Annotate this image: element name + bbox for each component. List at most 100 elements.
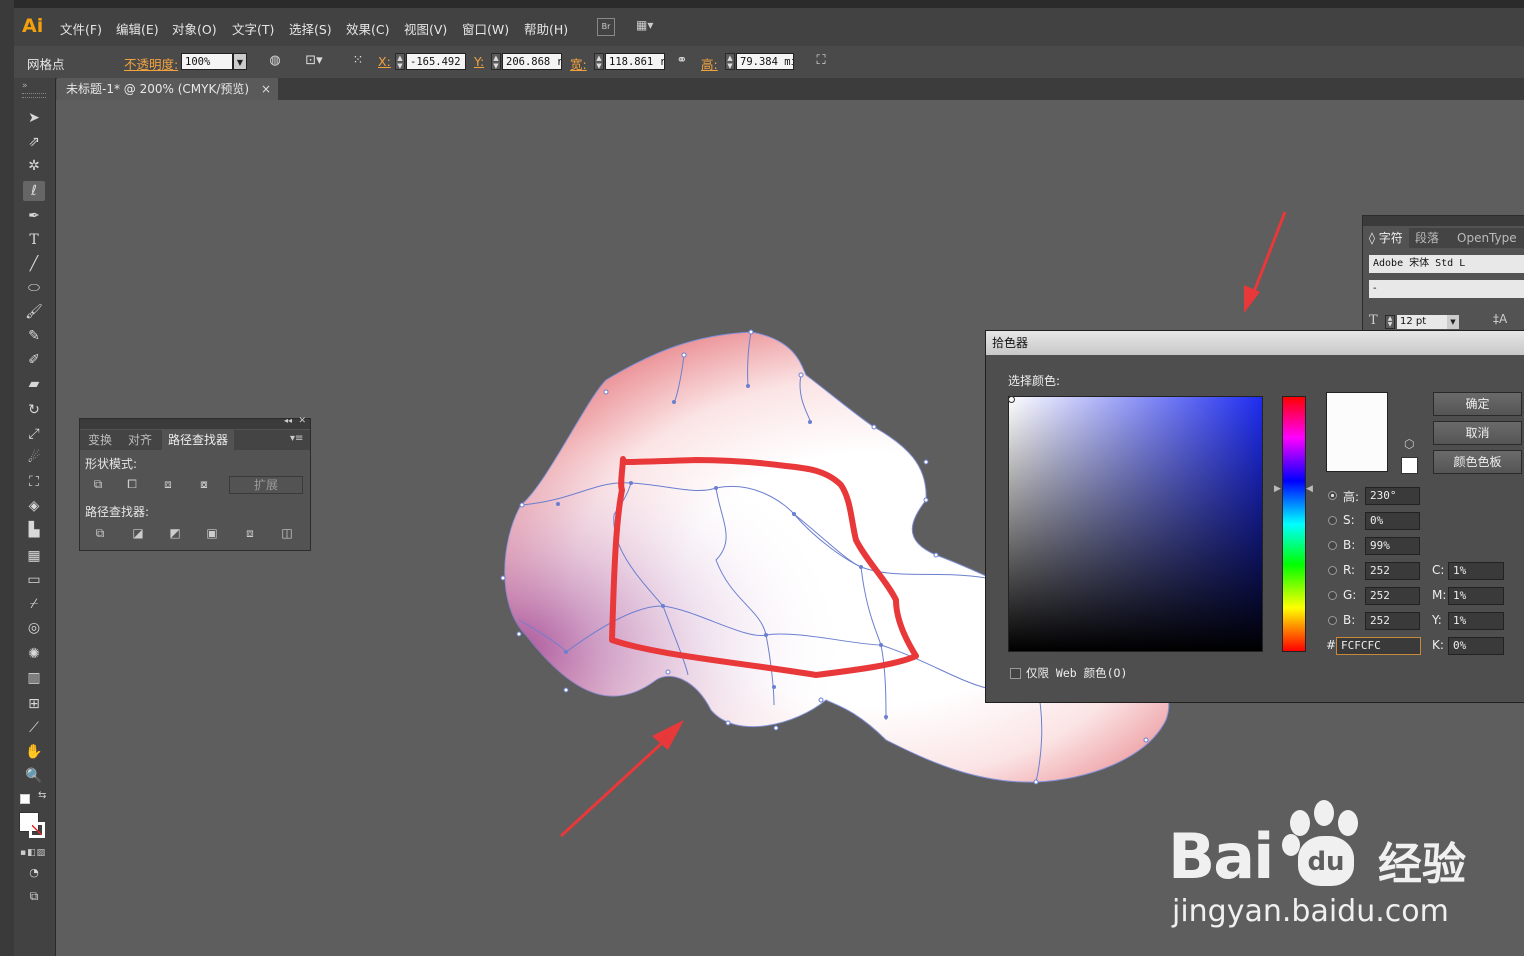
tab-align[interactable]: 对齐 <box>122 430 158 450</box>
ok-button[interactable]: 确定 <box>1433 392 1522 416</box>
red-input[interactable]: 252 <box>1365 562 1420 580</box>
black-input[interactable]: 0% <box>1448 637 1504 655</box>
tab-paragraph[interactable]: 段落 <box>1409 228 1445 248</box>
blue-input[interactable]: 252 <box>1365 612 1420 630</box>
perspective-grid-tool-icon[interactable]: ▙ <box>23 520 45 540</box>
font-style-field[interactable]: - <box>1369 280 1524 298</box>
color-field[interactable] <box>1008 396 1263 652</box>
green-input[interactable]: 252 <box>1365 587 1420 605</box>
opacity-dropdown-icon[interactable]: ▼ <box>233 53 247 70</box>
menu-window[interactable]: 窗口(W) <box>462 19 509 38</box>
recolor-icon[interactable]: ◍ <box>265 51 285 71</box>
trim-icon[interactable]: ◪ <box>128 524 148 542</box>
radio-saturation[interactable] <box>1328 516 1337 525</box>
menu-view[interactable]: 视图(V) <box>404 19 447 38</box>
tab-pathfinder[interactable]: 路径查找器 <box>162 430 235 450</box>
intersect-icon[interactable]: ⧈ <box>158 475 178 493</box>
scale-tool-icon[interactable]: ⤢ <box>23 424 45 444</box>
menu-effect[interactable]: 效果(C) <box>346 19 389 38</box>
rotate-tool-icon[interactable]: ↻ <box>23 400 45 420</box>
mesh-tool-icon[interactable]: ▦ <box>23 546 45 566</box>
reference-point-icon[interactable]: ⁙ <box>348 51 368 71</box>
panel-close-icon[interactable]: ✕ <box>298 416 306 426</box>
tab-character[interactable]: ◊ 字符 <box>1363 228 1409 248</box>
outline-icon[interactable]: ⧈ <box>240 524 260 542</box>
pencil-tool-icon[interactable]: ✎ <box>23 326 45 346</box>
screen-mode-icon[interactable]: ⧉ <box>23 886 45 906</box>
slice-tool-icon[interactable]: ⟋ <box>23 718 45 738</box>
gradient-tool-icon[interactable]: ▭ <box>23 570 45 590</box>
out-of-gamut-cube-icon[interactable]: ⬡ <box>1404 437 1414 451</box>
y-spinner[interactable]: ▲ ▼ <box>491 53 501 70</box>
eyedropper-tool-icon[interactable]: ⌿ <box>23 594 45 614</box>
blend-tool-icon[interactable]: ◎ <box>23 618 45 638</box>
brightness-input[interactable]: 99% <box>1365 537 1420 555</box>
workspace-switcher-icon[interactable]: ▦▾ <box>636 18 664 34</box>
radio-hue[interactable] <box>1328 491 1337 500</box>
unite-icon[interactable]: ⧉ <box>88 475 108 493</box>
panel-menu-icon[interactable]: ▾≡ <box>290 433 303 444</box>
toolbar-collapse-icon[interactable]: » <box>22 81 28 91</box>
x-spinner[interactable]: ▲ ▼ <box>395 53 405 70</box>
width-spinner[interactable]: ▲ ▼ <box>594 53 604 70</box>
x-input[interactable]: -165.492 <box>406 53 466 70</box>
crop-icon[interactable]: ▣ <box>202 524 222 542</box>
exclude-icon[interactable]: ⧇ <box>194 475 214 493</box>
menu-object[interactable]: 对象(O) <box>172 19 217 38</box>
hue-slider-left-arrow-icon[interactable]: ▶ <box>1274 484 1281 494</box>
free-transform-tool-icon[interactable]: ⛶ <box>23 472 45 492</box>
font-family-field[interactable]: Adobe 宋体 Std L <box>1369 255 1524 273</box>
pen-tool-icon[interactable]: ✒ <box>23 206 45 226</box>
document-close-icon[interactable]: × <box>261 78 271 100</box>
radio-blue[interactable] <box>1328 616 1337 625</box>
default-colors-icon[interactable] <box>20 794 30 804</box>
menu-select[interactable]: 选择(S) <box>289 19 332 38</box>
panel-collapse-icon[interactable]: ◂◂ <box>284 416 292 425</box>
ellipse-tool-icon[interactable]: ⬭ <box>23 278 45 298</box>
web-safe-swatch[interactable] <box>1401 457 1418 474</box>
font-size-dropdown-icon[interactable]: ▼ <box>1447 315 1459 329</box>
radio-brightness[interactable] <box>1328 541 1337 550</box>
color-field-cursor[interactable] <box>1008 396 1015 403</box>
hex-input[interactable]: FCFCFC <box>1336 637 1421 655</box>
height-spinner[interactable]: ▲ ▼ <box>725 53 735 70</box>
menu-file[interactable]: 文件(F) <box>60 19 102 38</box>
type-tool-icon[interactable]: T <box>23 230 45 250</box>
symbol-sprayer-tool-icon[interactable]: ✺ <box>23 644 45 664</box>
width-input[interactable]: 118.861 r <box>605 53 665 70</box>
divide-icon[interactable]: ⧉ <box>90 524 110 542</box>
line-tool-icon[interactable]: ╱ <box>23 254 45 274</box>
isolate-icon[interactable]: ⛶ <box>811 51 831 71</box>
opacity-label[interactable]: 不透明度: <box>124 54 178 73</box>
font-size-field[interactable]: 12 pt <box>1397 315 1447 329</box>
hue-slider[interactable] <box>1282 396 1306 652</box>
lasso-tool-icon[interactable]: ℓ <box>23 181 45 201</box>
document-tab[interactable]: 未标题-1* @ 200% (CMYK/预览) × <box>57 78 278 100</box>
tab-opentype[interactable]: OpenType <box>1451 228 1523 248</box>
menu-type[interactable]: 文字(T) <box>232 19 274 38</box>
blob-brush-tool-icon[interactable]: ✐ <box>23 350 45 370</box>
color-mode-icon[interactable]: ▪◧▨ <box>20 848 46 858</box>
direct-selection-tool-icon[interactable]: ⇗ <box>23 132 45 152</box>
stroke-swatch[interactable] <box>29 822 45 838</box>
transform-reference-icon[interactable]: ⊡▾ <box>304 51 324 71</box>
radio-green[interactable] <box>1328 591 1337 600</box>
shape-builder-tool-icon[interactable]: ◈ <box>23 496 45 516</box>
radio-red[interactable] <box>1328 566 1337 575</box>
cancel-button[interactable]: 取消 <box>1433 421 1522 445</box>
link-proportions-icon[interactable]: ⚭ <box>672 51 692 71</box>
paintbrush-tool-icon[interactable]: 🖌 <box>23 302 45 322</box>
web-only-checkbox[interactable] <box>1010 668 1021 679</box>
color-picker-titlebar[interactable]: 拾色器 <box>986 331 1524 355</box>
minus-back-icon[interactable]: ◫ <box>277 524 297 542</box>
menu-edit[interactable]: 编辑(E) <box>116 19 159 38</box>
hue-slider-right-arrow-icon[interactable]: ◀ <box>1306 484 1313 494</box>
font-size-spinner[interactable]: ▲ ▼ <box>1385 315 1395 329</box>
magic-wand-tool-icon[interactable]: ✲ <box>23 156 45 176</box>
minus-front-icon[interactable]: ⧠ <box>122 475 142 493</box>
artboard-tool-icon[interactable]: ⊞ <box>23 694 45 714</box>
hand-tool-icon[interactable]: ✋ <box>23 742 45 762</box>
graph-tool-icon[interactable]: ▥ <box>23 668 45 688</box>
pathfinder-panel-header[interactable]: ◂◂ ✕ <box>80 416 310 429</box>
menu-help[interactable]: 帮助(H) <box>524 19 568 38</box>
